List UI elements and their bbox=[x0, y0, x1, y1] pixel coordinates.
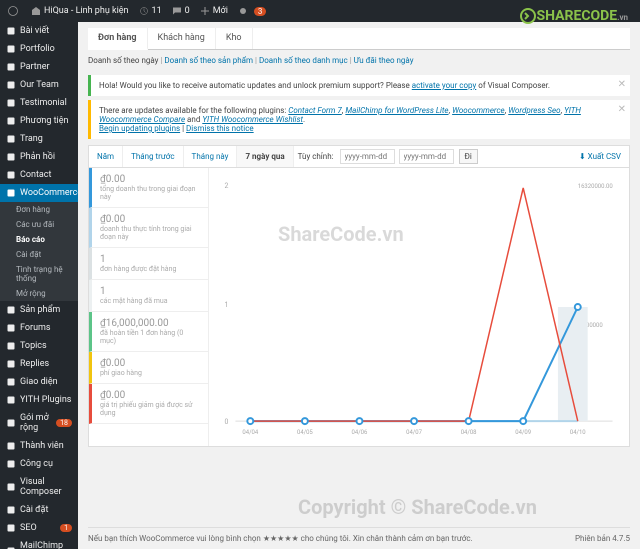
sidebar-item-trang[interactable]: Trang bbox=[0, 130, 78, 148]
svg-text:1: 1 bbox=[225, 301, 229, 309]
updates-notice: There are updates available for the foll… bbox=[88, 100, 630, 139]
sidebar-item-replies[interactable]: Replies bbox=[0, 355, 78, 373]
sidebar-item-contact[interactable]: Contact bbox=[0, 166, 78, 184]
period-bar: NămTháng trướcTháng này7 ngày quaTùy chỉ… bbox=[88, 145, 630, 168]
svg-text:04/04: 04/04 bbox=[242, 429, 258, 436]
period-option[interactable]: 7 ngày qua bbox=[237, 146, 293, 167]
stats-column: ₫0.00tổng doanh thu trong giai đoạn này₫… bbox=[89, 168, 209, 446]
sidebar-sub[interactable]: Mở rộng bbox=[0, 286, 78, 301]
sidebar-item-forums[interactable]: Forums bbox=[0, 319, 78, 337]
sidebar-item-công-cụ[interactable]: Công cụ bbox=[0, 455, 78, 473]
sidebar-item-giao-diện[interactable]: Giao diện bbox=[0, 373, 78, 391]
sidebar-sub[interactable]: Cài đặt bbox=[0, 247, 78, 262]
report-tabs: Đơn hàngKhách hàngKho bbox=[88, 28, 630, 50]
svg-text:04/05: 04/05 bbox=[297, 429, 313, 436]
wp-logo[interactable] bbox=[8, 6, 21, 16]
activate-link[interactable]: activate your copy bbox=[412, 81, 477, 90]
sidebar-item-cài-đặt[interactable]: Cài đặt bbox=[0, 501, 78, 519]
sidebar-item-gói-mở-rộng[interactable]: Gói mở rộng18 bbox=[0, 409, 78, 437]
svg-text:16320000.00: 16320000.00 bbox=[578, 183, 613, 190]
period-option[interactable]: Tháng trước bbox=[123, 146, 183, 167]
sidebar-item-testimonial[interactable]: Testimonial bbox=[0, 94, 78, 112]
date-from-input[interactable] bbox=[340, 149, 395, 164]
sidebar-item-portfolio[interactable]: Portfolio bbox=[0, 40, 78, 58]
admin-sidebar: Bài viếtPortfolioPartnerOur TeamTestimon… bbox=[0, 22, 78, 549]
site-link[interactable]: HiQua - Linh phụ kiện bbox=[31, 6, 129, 16]
period-option[interactable]: Năm bbox=[89, 146, 123, 167]
svg-text:04/07: 04/07 bbox=[406, 429, 422, 436]
sidebar-item-partner[interactable]: Partner bbox=[0, 58, 78, 76]
begin-update-link[interactable]: Begin updating plugins bbox=[99, 124, 180, 133]
stat-item[interactable]: ₫0.00tổng doanh thu trong giai đoạn này bbox=[89, 168, 208, 208]
date-to-input[interactable] bbox=[399, 149, 454, 164]
sidebar-item-yith-plugins[interactable]: YITH Plugins bbox=[0, 391, 78, 409]
svg-text:04/09: 04/09 bbox=[515, 429, 531, 436]
sidebar-sub[interactable]: Báo cáo bbox=[0, 232, 78, 247]
stat-item[interactable]: 1các mặt hàng đã mua bbox=[89, 280, 208, 312]
subtab-link[interactable]: Doanh số theo ngày bbox=[88, 56, 158, 65]
period-option[interactable]: Tháng này bbox=[184, 146, 238, 167]
svg-text:04/10: 04/10 bbox=[570, 429, 586, 436]
sidebar-item-visual-composer[interactable]: Visual Composer bbox=[0, 473, 78, 501]
tab[interactable]: Khách hàng bbox=[148, 28, 216, 49]
dismiss-link[interactable]: Dismiss this notice bbox=[186, 124, 254, 133]
stat-item[interactable]: ₫0.00giá trị phiếu giảm giá được sử dụng bbox=[89, 384, 208, 424]
close-icon[interactable]: ✕ bbox=[618, 79, 626, 90]
content-area: Đơn hàngKhách hàngKho Doanh số theo ngày… bbox=[78, 22, 640, 549]
tab[interactable]: Đơn hàng bbox=[88, 28, 148, 50]
sidebar-item-phương-tiện[interactable]: Phương tiện bbox=[0, 112, 78, 130]
plugin-link[interactable]: MailChimp for WordPress Lite bbox=[345, 106, 448, 115]
watermark: Copyright © ShareCode.vn bbox=[298, 495, 537, 519]
chart-area: 2 1 0 16320000.00 0.000000 04/0404/0504/… bbox=[209, 168, 629, 446]
sidebar-item-mailchimp-for-wp[interactable]: MailChimp for WP bbox=[0, 537, 78, 549]
sidebar-sub[interactable]: Tình trạng hệ thống bbox=[0, 262, 78, 286]
sidebar-item-sản-phẩm[interactable]: Sản phẩm bbox=[0, 301, 78, 319]
sidebar-item-woocommerce[interactable]: WooCommerce bbox=[0, 184, 78, 202]
stat-item[interactable]: ₫0.00doanh thu thực tính trong giai đoạn… bbox=[89, 208, 208, 248]
sidebar-sub[interactable]: Đơn hàng bbox=[0, 202, 78, 217]
chart-svg: 2 1 0 16320000.00 0.000000 04/0404/0504/… bbox=[219, 178, 619, 436]
footer-version: Phiên bản 4.7.5 bbox=[575, 534, 630, 543]
stat-item[interactable]: 1đơn hàng được đặt hàng bbox=[89, 248, 208, 280]
seo-link[interactable]: 3 bbox=[238, 6, 267, 16]
plugin-link[interactable]: Wordpress Seo bbox=[508, 106, 560, 115]
sidebar-item-our-team[interactable]: Our Team bbox=[0, 76, 78, 94]
plugin-link[interactable]: Contact Form 7 bbox=[288, 106, 341, 115]
vc-notice: Hola! Would you like to receive automati… bbox=[88, 75, 630, 96]
svg-text:04/06: 04/06 bbox=[352, 429, 368, 436]
report-subtabs: Doanh số theo ngày | Doanh số theo sản p… bbox=[88, 50, 630, 71]
plugin-link[interactable]: YITH Woocommerce Wishlist bbox=[202, 115, 303, 124]
updates-link[interactable]: 11 bbox=[139, 6, 162, 16]
tab[interactable]: Kho bbox=[216, 28, 253, 49]
export-button[interactable]: ⬇ Xuất CSV bbox=[571, 146, 629, 167]
sidebar-item-thành-viên[interactable]: Thành viên bbox=[0, 437, 78, 455]
close-icon[interactable]: ✕ bbox=[618, 104, 626, 115]
sidebar-item-topics[interactable]: Topics bbox=[0, 337, 78, 355]
sidebar-item-seo[interactable]: SEO1 bbox=[0, 519, 78, 537]
go-button[interactable]: Đi bbox=[459, 149, 478, 164]
svg-text:2: 2 bbox=[225, 182, 229, 190]
stat-item[interactable]: ₫16,000,000.00đã hoàn tiền 1 đơn hàng (0… bbox=[89, 312, 208, 352]
subtab-link[interactable]: Doanh số theo sản phẩm bbox=[164, 56, 253, 65]
sidebar-item-bài-viết[interactable]: Bài viết bbox=[0, 22, 78, 40]
svg-text:04/08: 04/08 bbox=[461, 429, 477, 436]
new-link[interactable]: Mới bbox=[200, 6, 228, 16]
sidebar-item-phản-hồi[interactable]: Phản hồi bbox=[0, 148, 78, 166]
sidebar-sub[interactable]: Các ưu đãi bbox=[0, 217, 78, 232]
subtab-link[interactable]: Ưu đãi theo ngày bbox=[354, 56, 414, 65]
subtab-link[interactable]: Doanh số theo danh mục bbox=[259, 56, 348, 65]
footer: Nếu bạn thích WooCommerce vui lòng bình … bbox=[88, 527, 630, 549]
plugin-link[interactable]: Woocommerce bbox=[452, 106, 505, 115]
stat-item[interactable]: ₫0.00phí giao hàng bbox=[89, 352, 208, 384]
footer-rating: Nếu bạn thích WooCommerce vui lòng bình … bbox=[88, 534, 473, 543]
comments-link[interactable]: 0 bbox=[172, 6, 190, 16]
sharecode-logo: SHARECODE.vn bbox=[520, 8, 628, 24]
svg-text:0: 0 bbox=[225, 418, 229, 426]
report-panel: ₫0.00tổng doanh thu trong giai đoạn này₫… bbox=[88, 167, 630, 447]
